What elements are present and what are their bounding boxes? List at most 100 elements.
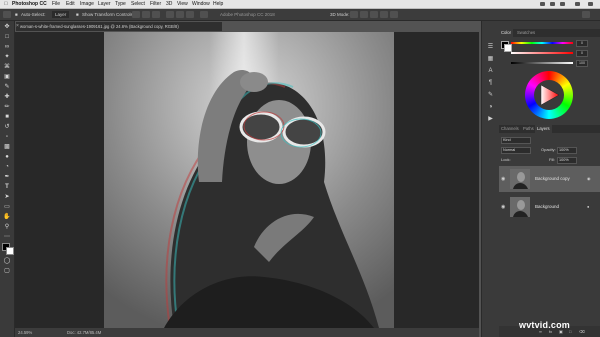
background-color-swatch[interactable] — [6, 247, 14, 255]
3d-orbit-icon[interactable] — [350, 11, 358, 18]
menu-3d[interactable]: 3D — [166, 0, 172, 8]
menu-edit[interactable]: Edit — [66, 0, 75, 8]
lock-icon[interactable]: ● — [587, 204, 589, 209]
show-transform-checkbox[interactable]: ■ — [76, 9, 79, 20]
status-icon[interactable] — [540, 2, 545, 6]
blur-tool-icon[interactable]: ● — [3, 153, 11, 161]
align-middle-icon[interactable] — [142, 11, 150, 18]
hand-tool-icon[interactable]: ✋ — [3, 213, 11, 221]
shape-tool-icon[interactable]: ▭ — [3, 203, 11, 211]
frame-tool-icon[interactable]: ▣ — [3, 73, 11, 81]
saturation-slider[interactable] — [511, 52, 573, 54]
quick-mask-icon[interactable]: ◯ — [3, 257, 11, 265]
paragraph-panel-icon[interactable]: ¶ — [486, 79, 495, 87]
3d-pan-icon[interactable] — [370, 11, 378, 18]
auto-select-checkbox[interactable]: ■ — [15, 9, 18, 20]
history-panel-icon[interactable]: ☰ — [486, 43, 495, 51]
document-image[interactable] — [104, 32, 394, 328]
hue-value[interactable]: 0 — [576, 40, 588, 47]
brush-tool-icon[interactable]: ✏ — [3, 103, 11, 111]
eraser-tool-icon[interactable]: ▫ — [3, 133, 11, 141]
lasso-tool-icon[interactable]: ∞ — [3, 43, 11, 51]
visibility-eye-icon[interactable]: ◉ — [501, 204, 505, 210]
tab-paths[interactable]: Paths — [521, 125, 536, 133]
crop-tool-icon[interactable]: ⌘ — [3, 63, 11, 71]
eyedropper-tool-icon[interactable]: ✎ — [3, 83, 11, 91]
3d-scale-icon[interactable] — [390, 11, 398, 18]
align-center-icon[interactable] — [176, 11, 184, 18]
menu-window[interactable]: Window — [192, 0, 210, 8]
visibility-eye-icon[interactable]: ◉ — [501, 176, 505, 182]
marquee-tool-icon[interactable]: □ — [3, 33, 11, 41]
3d-slide-icon[interactable] — [380, 11, 388, 18]
menu-help[interactable]: Help — [213, 0, 223, 8]
align-top-icon[interactable] — [132, 11, 140, 18]
type-tool-icon[interactable]: T — [3, 183, 11, 191]
distribute-icon[interactable] — [200, 11, 208, 18]
tab-color[interactable]: Color — [499, 29, 514, 37]
battery-icon[interactable] — [560, 2, 565, 6]
tab-channels[interactable]: Channels — [499, 125, 521, 133]
brightness-value[interactable]: 100 — [576, 60, 588, 67]
align-bottom-icon[interactable] — [152, 11, 160, 18]
color-wheel[interactable] — [525, 71, 573, 119]
align-left-icon[interactable] — [166, 11, 174, 18]
move-tool-preset-icon[interactable] — [3, 11, 11, 18]
menu-layer[interactable]: Layer — [98, 0, 111, 8]
menu-file[interactable]: File — [52, 0, 60, 8]
blend-mode-dropdown[interactable]: Normal — [501, 147, 531, 154]
layer-row-background-copy[interactable]: ◉ Background copy ◉ — [499, 166, 600, 192]
hue-slider[interactable] — [511, 42, 573, 44]
layer-row-background[interactable]: ◉ Background ● — [499, 194, 600, 220]
doc-info[interactable]: Doc: 42.7M/85.4M — [67, 328, 101, 337]
menu-select[interactable]: Select — [131, 0, 145, 8]
document-tab[interactable]: × woman-s-white-framed-sunglasses-190916… — [16, 22, 222, 31]
tab-layers[interactable]: Layers — [535, 125, 552, 133]
actions-panel-icon[interactable]: ▶ — [486, 115, 495, 123]
spotlight-icon[interactable] — [588, 2, 593, 6]
workspace-icon[interactable] — [582, 11, 590, 18]
color-panel-background[interactable] — [504, 44, 512, 52]
close-tab-icon[interactable]: × — [16, 22, 19, 31]
layer-thumbnail — [510, 169, 530, 189]
saturation-value[interactable]: 0 — [576, 50, 588, 57]
layer-name[interactable]: Background — [535, 194, 559, 220]
adjustments-panel-icon[interactable]: ◑ — [486, 103, 495, 111]
brightness-slider[interactable] — [511, 62, 573, 64]
properties-panel-icon[interactable]: ▦ — [486, 55, 495, 63]
zoom-level[interactable]: 24.59% — [18, 328, 32, 337]
layer-name[interactable]: Background copy — [535, 166, 570, 192]
more-tools-icon[interactable]: ⋯ — [3, 233, 11, 241]
character-panel-icon[interactable]: A — [486, 67, 495, 75]
fill-field[interactable]: 100% — [557, 157, 577, 164]
move-tool-icon[interactable]: ✥ — [3, 23, 11, 31]
history-brush-tool-icon[interactable]: ↺ — [3, 123, 11, 131]
screen-mode-icon[interactable]: ▢ — [3, 267, 11, 275]
clone-stamp-tool-icon[interactable]: ■ — [3, 113, 11, 121]
opacity-field[interactable]: 100% — [557, 147, 577, 154]
healing-brush-tool-icon[interactable]: ✚ — [3, 93, 11, 101]
color-triangle[interactable] — [537, 83, 561, 107]
tab-swatches[interactable]: Swatches — [515, 29, 537, 37]
align-right-icon[interactable] — [186, 11, 194, 18]
brush-settings-icon[interactable]: ✎ — [486, 91, 495, 99]
menu-image[interactable]: Image — [80, 0, 94, 8]
gradient-tool-icon[interactable]: ▩ — [3, 143, 11, 151]
menu-app-name[interactable]: Photoshop CC — [12, 0, 47, 8]
dodge-tool-icon[interactable]: ◔ — [3, 163, 11, 171]
trash-icon[interactable]: ⌫ — [579, 329, 585, 334]
layer-options-icon[interactable]: ◉ — [587, 176, 591, 181]
menu-view[interactable]: View — [177, 0, 188, 8]
3d-roll-icon[interactable] — [360, 11, 368, 18]
quick-select-tool-icon[interactable]: ✦ — [3, 53, 11, 61]
zoom-tool-icon[interactable]: ⚲ — [3, 223, 11, 231]
clock-icon[interactable] — [575, 2, 580, 6]
apple-icon[interactable]:  — [4, 0, 8, 8]
menu-filter[interactable]: Filter — [150, 0, 161, 8]
layer-filter-kind[interactable]: Kind — [501, 137, 531, 144]
menu-type[interactable]: Type — [115, 0, 126, 8]
auto-select-dropdown[interactable]: Layer — [52, 11, 70, 18]
path-select-tool-icon[interactable]: ➤ — [3, 193, 11, 201]
pen-tool-icon[interactable]: ✒ — [3, 173, 11, 181]
wifi-icon[interactable] — [550, 2, 555, 6]
